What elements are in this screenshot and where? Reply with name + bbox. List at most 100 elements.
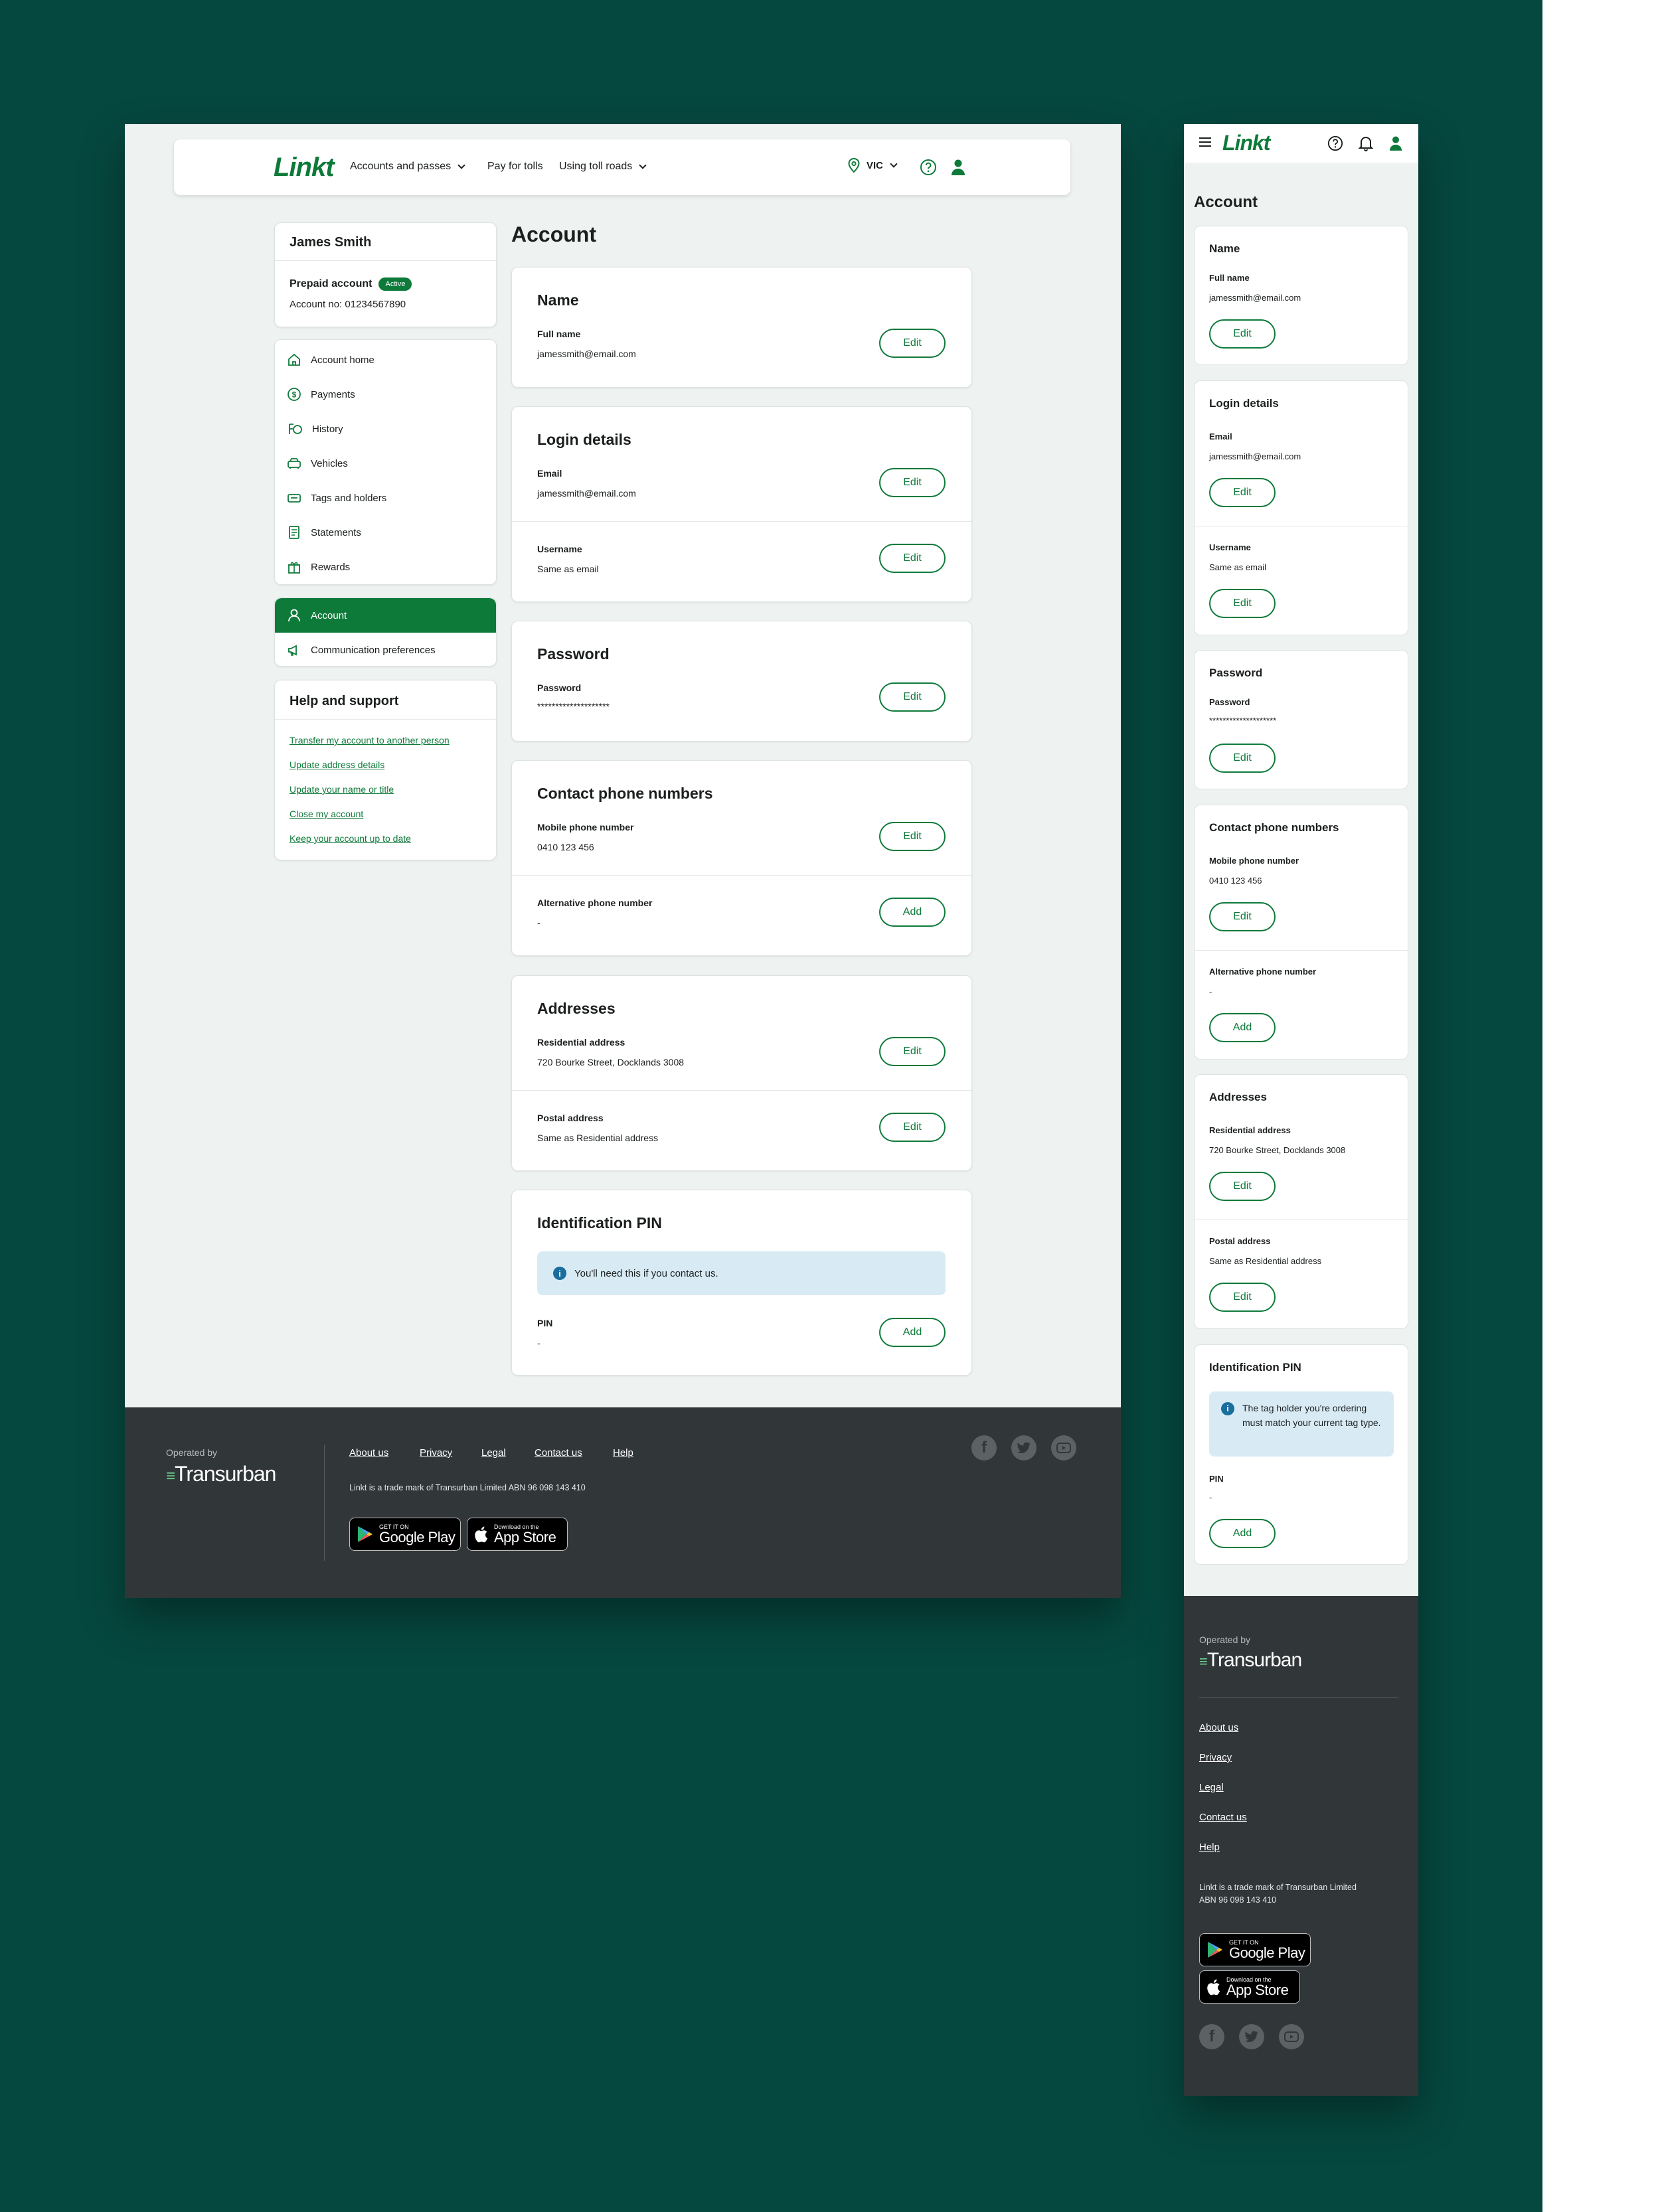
transurban-logo[interactable]: ≡Transurban <box>1199 1649 1302 1672</box>
phones-section-title: Contact phone numbers <box>1209 821 1339 834</box>
footer-link-contact[interactable]: Contact us <box>1199 1812 1247 1823</box>
postal-value: Same as Residential address <box>537 1133 659 1143</box>
password-section-title: Password <box>1209 667 1263 679</box>
add-alt-phone-button[interactable]: Add <box>1209 1013 1276 1042</box>
name-section-title: Name <box>1209 242 1240 255</box>
footer-link-legal[interactable]: Legal <box>1199 1782 1224 1793</box>
username-label: Username <box>1209 542 1251 552</box>
footer-link-contact[interactable]: Contact us <box>535 1447 582 1459</box>
linkt-logo[interactable]: Linkt <box>274 153 335 183</box>
pin-info-box: i The tag holder you're ordering must ma… <box>1209 1391 1394 1457</box>
account-number: Account no: 01234567890 <box>290 299 406 310</box>
sidebar-item-history[interactable]: History <box>275 412 496 446</box>
email-value: jamessmith@email.com <box>1209 451 1301 461</box>
footer-link-about[interactable]: About us <box>349 1447 388 1459</box>
page-title: Account <box>511 222 596 246</box>
twitter-icon[interactable] <box>1239 2024 1264 2049</box>
sidebar-item-vehicles[interactable]: Vehicles <box>275 446 496 481</box>
nav-pay-for-tolls[interactable]: Pay for tolls <box>487 161 543 173</box>
edit-residential-button[interactable]: Edit <box>879 1037 946 1066</box>
edit-mobile-button[interactable]: Edit <box>879 822 946 851</box>
transurban-logo[interactable]: ≡Transurban <box>166 1462 276 1486</box>
youtube-icon[interactable] <box>1279 2024 1304 2049</box>
footer-link-legal[interactable]: Legal <box>481 1447 506 1459</box>
footer-link-privacy[interactable]: Privacy <box>1199 1752 1232 1763</box>
edit-name-button[interactable]: Edit <box>1209 319 1276 349</box>
sidebar-item-payments[interactable]: $ Payments <box>275 377 496 412</box>
sidebar-item-account[interactable]: Account <box>275 598 496 633</box>
car-icon <box>288 458 301 469</box>
nav-using-toll-roads[interactable]: Using toll roads <box>559 161 647 173</box>
edit-password-button[interactable]: Edit <box>879 682 946 712</box>
profile-card: James Smith Prepaid account Active Accoun… <box>274 222 497 327</box>
help-link-transfer[interactable]: Transfer my account to another person <box>290 735 450 746</box>
megaphone-icon <box>288 645 297 656</box>
edit-password-button[interactable]: Edit <box>1209 744 1276 773</box>
residential-value: 720 Bourke Street, Docklands 3008 <box>1209 1145 1346 1155</box>
help-link-up-to-date[interactable]: Keep your account up to date <box>290 833 411 844</box>
footer-link-help[interactable]: Help <box>1199 1842 1220 1853</box>
youtube-icon[interactable] <box>1051 1435 1076 1461</box>
help-link-address[interactable]: Update address details <box>290 759 384 770</box>
app-store-button[interactable]: Download on the App Store <box>1199 1970 1300 2004</box>
edit-mobile-button[interactable]: Edit <box>1209 902 1276 931</box>
app-store-button[interactable]: Download on the App Store <box>467 1518 568 1551</box>
top-navigation: Linkt Accounts and passes Pay for tolls … <box>174 139 1070 195</box>
menu-icon[interactable] <box>1199 136 1212 148</box>
transurban-wordmark: Transurban <box>1206 1649 1302 1671</box>
user-icon[interactable] <box>951 159 965 176</box>
help-link-close[interactable]: Close my account <box>290 809 363 819</box>
google-play-button[interactable]: GET IT ON Google Play <box>349 1518 461 1551</box>
user-icon[interactable] <box>1389 135 1402 151</box>
google-play-icon <box>358 1526 373 1542</box>
residential-label: Residential address <box>1209 1125 1291 1135</box>
email-label: Email <box>1209 432 1232 441</box>
transurban-mark-icon: ≡ <box>1199 1653 1208 1670</box>
mobile-phones-card: Contact phone numbers Mobile phone numbe… <box>1194 805 1408 1060</box>
edit-email-button[interactable]: Edit <box>1209 478 1276 507</box>
footer-link-help[interactable]: Help <box>613 1447 633 1459</box>
svg-text:$: $ <box>292 390 297 400</box>
gift-icon <box>288 562 300 574</box>
email-value: jamessmith@email.com <box>537 488 636 499</box>
sidebar-item-statements[interactable]: Statements <box>275 515 496 550</box>
sidebar-item-account-home[interactable]: Account home <box>275 343 496 377</box>
sidebar-item-tags[interactable]: Tags and holders <box>275 481 496 515</box>
profile-name: James Smith <box>290 235 372 250</box>
divider <box>275 719 496 720</box>
document-icon <box>289 526 299 539</box>
edit-username-button[interactable]: Edit <box>1209 589 1276 618</box>
mobile-label: Mobile phone number <box>1209 856 1299 866</box>
sidebar-item-communication[interactable]: Communication preferences <box>275 633 496 667</box>
facebook-icon[interactable]: f <box>971 1435 997 1461</box>
edit-residential-button[interactable]: Edit <box>1209 1172 1276 1201</box>
info-icon: i <box>1221 1402 1234 1415</box>
help-link-name[interactable]: Update your name or title <box>290 784 394 795</box>
postal-label: Postal address <box>537 1113 604 1123</box>
linkt-logo[interactable]: Linkt <box>1222 131 1270 155</box>
facebook-icon[interactable]: f <box>1199 2024 1224 2049</box>
add-pin-button[interactable]: Add <box>879 1318 946 1347</box>
mobile-footer: Operated by ≡Transurban About us Privacy… <box>1184 1596 1418 2096</box>
twitter-icon[interactable] <box>1011 1435 1037 1461</box>
google-play-button[interactable]: GET IT ON Google Play <box>1199 1933 1311 1966</box>
full-name-label: Full name <box>1209 273 1250 283</box>
footer-link-about[interactable]: About us <box>1199 1722 1238 1733</box>
help-icon[interactable] <box>920 159 937 176</box>
edit-name-button[interactable]: Edit <box>879 329 946 358</box>
postal-value: Same as Residential address <box>1209 1256 1322 1266</box>
chevron-down-icon <box>639 161 647 169</box>
edit-postal-button[interactable]: Edit <box>1209 1283 1276 1312</box>
edit-username-button[interactable]: Edit <box>879 544 946 573</box>
state-selector[interactable]: VIC <box>848 158 898 173</box>
add-alt-phone-button[interactable]: Add <box>879 898 946 927</box>
bell-icon[interactable] <box>1359 135 1373 151</box>
add-pin-button[interactable]: Add <box>1209 1519 1276 1548</box>
footer-link-privacy[interactable]: Privacy <box>420 1447 452 1459</box>
pin-section-title: Identification PIN <box>1209 1361 1301 1374</box>
edit-postal-button[interactable]: Edit <box>879 1113 946 1142</box>
edit-email-button[interactable]: Edit <box>879 468 946 497</box>
sidebar-item-rewards[interactable]: Rewards <box>275 550 496 584</box>
help-icon[interactable] <box>1327 135 1343 151</box>
nav-accounts-and-passes[interactable]: Accounts and passes <box>350 161 465 173</box>
